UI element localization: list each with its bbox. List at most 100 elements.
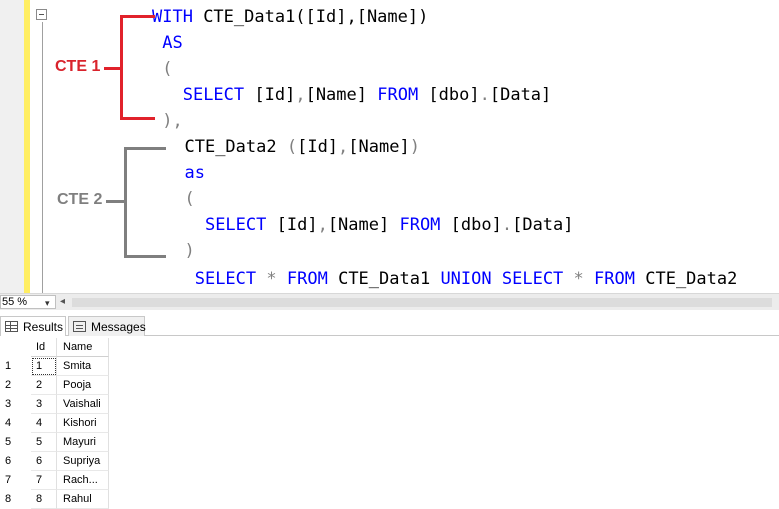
results-tab-bar: Results Messages	[0, 314, 779, 336]
cte1-annotation-label: CTE 1	[55, 58, 101, 75]
row-number[interactable]: 3	[0, 395, 31, 414]
cell-id[interactable]: 5	[31, 433, 57, 452]
cell-name[interactable]: Rach...	[57, 471, 109, 490]
outline-guide-line	[42, 22, 43, 293]
code-line[interactable]: SELECT [Id],[Name] FROM [dbo].[Data]	[152, 82, 552, 108]
column-header-id[interactable]: Id	[31, 338, 57, 357]
sql-operator: ,	[338, 137, 349, 157]
editor-gutter	[0, 0, 24, 293]
cell-name[interactable]: Supriya	[57, 452, 109, 471]
sql-identifier: CTE_Data2	[184, 137, 287, 157]
sql-identifier: [Name]	[327, 215, 400, 235]
cell-id[interactable]: 4	[31, 414, 57, 433]
sql-keyword: AS	[162, 33, 183, 53]
cte2-bracket-tick	[106, 200, 125, 203]
row-number[interactable]: 5	[0, 433, 31, 452]
sql-identifier	[563, 269, 573, 289]
code-line[interactable]: (	[152, 56, 173, 82]
scroll-left-icon[interactable]: ◂	[60, 296, 65, 307]
sql-keyword: FROM	[594, 269, 635, 289]
sql-operator: ,	[317, 215, 328, 235]
cell-name[interactable]: Vaishali	[57, 395, 109, 414]
sql-keyword: as	[184, 163, 205, 183]
sql-operator: )	[162, 111, 173, 131]
sql-identifier	[492, 269, 502, 289]
query-editor[interactable]: WITH CTE_Data1([Id],[Name]) AS ( SELECT …	[0, 0, 779, 293]
cte2-annotation-label: CTE 2	[57, 191, 103, 208]
cell-id[interactable]: 2	[31, 376, 57, 395]
cell-name[interactable]: Rahul	[57, 490, 109, 509]
sql-operator: .	[479, 85, 490, 105]
tab-results[interactable]: Results	[0, 316, 66, 336]
row-number[interactable]: 4	[0, 414, 31, 433]
cell-id[interactable]: 8	[31, 490, 57, 509]
sql-identifier	[584, 269, 594, 289]
cell-id[interactable]: 6	[31, 452, 57, 471]
tab-results-label: Results	[23, 320, 64, 334]
tab-messages[interactable]: Messages	[68, 316, 146, 336]
code-line[interactable]: )	[164, 238, 195, 264]
sql-keyword: WITH	[152, 7, 193, 27]
sql-identifier: [dbo]	[418, 85, 480, 105]
horizontal-scrollbar[interactable]	[72, 298, 772, 307]
cell-name[interactable]: Pooja	[57, 376, 109, 395]
sql-operator: *	[266, 269, 277, 289]
cell-name[interactable]: Smita	[57, 357, 109, 376]
sql-identifier	[256, 269, 266, 289]
grid-icon	[5, 321, 18, 332]
sql-operator: )	[409, 137, 420, 157]
code-line[interactable]: WITH CTE_Data1([Id],[Name])	[152, 4, 428, 30]
cell-name[interactable]: Mayuri	[57, 433, 109, 452]
row-number-header	[0, 338, 31, 357]
cte2-bracket	[124, 147, 166, 258]
code-line[interactable]: CTE_Data2 ([Id],[Name])	[164, 134, 420, 160]
sql-operator: )	[184, 241, 195, 261]
row-number[interactable]: 8	[0, 490, 31, 509]
cell-name[interactable]: Kishori	[57, 414, 109, 433]
zoom-dropdown[interactable]: 55 % ▾	[0, 295, 56, 309]
code-line[interactable]: AS	[152, 30, 183, 56]
sql-operator: (	[184, 189, 195, 209]
cell-id[interactable]: 7	[31, 471, 57, 490]
sql-operator: (	[286, 137, 298, 157]
messages-icon	[73, 321, 86, 332]
sql-keyword: FROM	[399, 215, 441, 235]
code-line[interactable]: ),	[152, 108, 183, 134]
sql-identifier: [Name]	[305, 85, 378, 105]
code-line[interactable]: (	[164, 186, 195, 212]
sql-identifier: [Data]	[512, 215, 574, 235]
sql-operator: .	[501, 215, 513, 235]
sql-identifier: CTE_Data1([Id],[Name])	[192, 7, 429, 27]
sql-operator: ,	[295, 85, 306, 105]
sql-identifier: [Id]	[266, 215, 318, 235]
code-line[interactable]: as	[164, 160, 205, 186]
cte1-bracket-tick	[104, 67, 121, 70]
sql-keyword: FROM	[377, 85, 419, 105]
sql-operator: *	[573, 269, 584, 289]
code-line[interactable]: SELECT [Id],[Name] FROM [dbo].[Data]	[164, 212, 574, 238]
collapse-icon[interactable]	[36, 9, 47, 20]
tab-messages-label: Messages	[91, 320, 146, 334]
sql-keyword: SELECT	[204, 215, 267, 235]
sql-operator: (	[162, 59, 173, 79]
sql-identifier: CTE_Data1	[327, 269, 441, 289]
row-number[interactable]: 1	[0, 357, 31, 376]
column-header-name[interactable]: Name	[57, 338, 109, 357]
row-number[interactable]: 2	[0, 376, 31, 395]
cell-id[interactable]: 3	[31, 395, 57, 414]
row-number[interactable]: 7	[0, 471, 31, 490]
sql-identifier: [Id]	[244, 85, 296, 105]
sql-keyword: FROM	[286, 269, 328, 289]
code-line[interactable]: SELECT * FROM CTE_Data1 UNION SELECT * F…	[164, 266, 738, 292]
cell-id[interactable]: 1	[31, 357, 57, 376]
chevron-down-icon: ▾	[45, 298, 50, 308]
sql-identifier: [Name]	[348, 137, 410, 157]
sql-keyword: UNION	[440, 269, 492, 289]
row-number[interactable]: 6	[0, 452, 31, 471]
